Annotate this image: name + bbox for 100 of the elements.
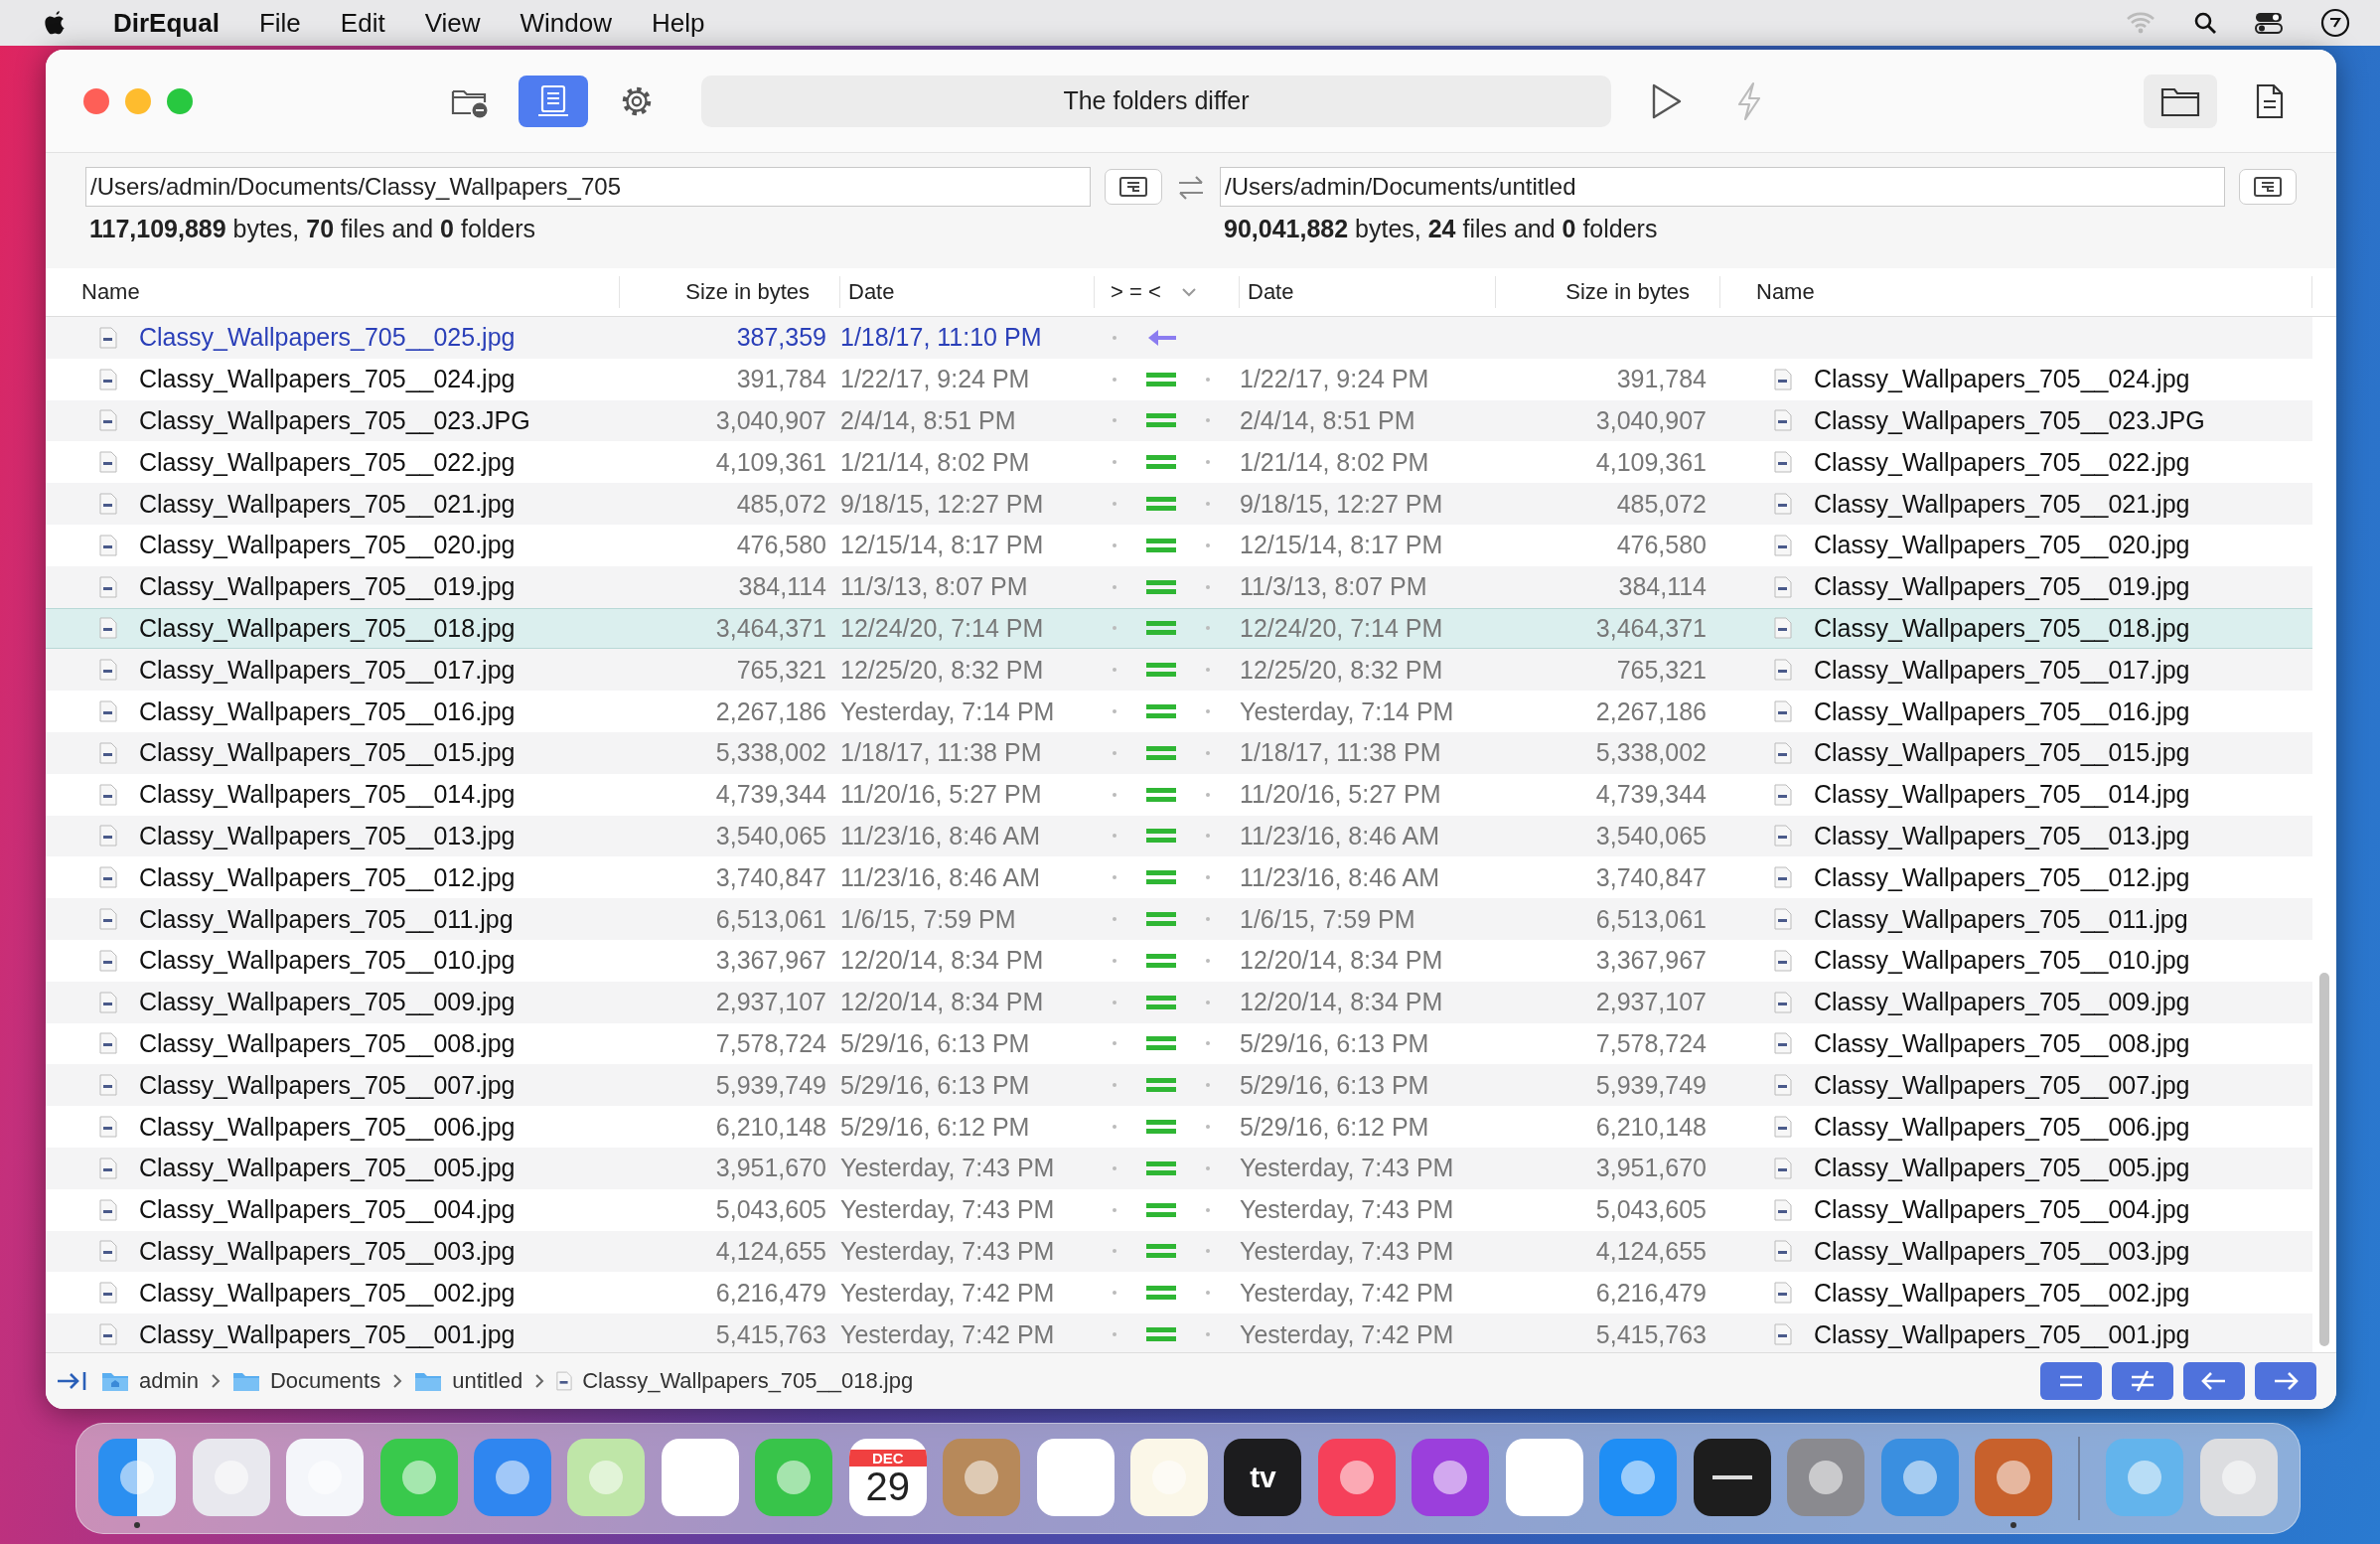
file-size: 4,109,361 (714, 447, 827, 477)
file-icon (1774, 534, 1792, 556)
close-button[interactable] (83, 87, 109, 114)
wifi-icon[interactable] (2126, 11, 2156, 35)
file-icon (1774, 1032, 1792, 1055)
document-list-button[interactable] (519, 75, 588, 127)
file-icon (1774, 493, 1792, 516)
file-name: Classy_Wallpapers_705__022.jpg (1814, 447, 2190, 477)
search-icon[interactable] (2193, 11, 2217, 35)
column-header[interactable]: Name (1720, 276, 2312, 308)
file-size: 5,415,763 (1594, 1319, 1708, 1349)
menu-item[interactable]: Edit (340, 7, 385, 39)
file-date: 5/29/16, 6:13 PM (840, 1070, 1031, 1100)
file-row[interactable]: Classy_Wallpapers_705__023.JPG 3,040,907 2/4/14, 8:51 PM 2/4/14, 8:51 PM 3,040,907 Classy_Wallpapers_705__023.JPG (46, 399, 2312, 442)
column-header[interactable]: Name (46, 276, 620, 308)
file-size: 3,951,670 (1594, 1154, 1708, 1183)
show-different-button[interactable] (2112, 1362, 2173, 1400)
dot-icon (1113, 958, 1116, 963)
file-row[interactable]: Classy_Wallpapers_705__002.jpg 6,216,479 Yesterday, 7:42 PM Yesterday, 7:42 PM 6,216,479 Classy_Wallpapers_705__002.jpg (46, 1272, 2312, 1314)
file-row[interactable]: Classy_Wallpapers_705__006.jpg 6,210,148 5/29/16, 6:12 PM 5/29/16, 6:12 PM 6,210,148 Classy_Wallpapers_705__006.jpg (46, 1106, 2312, 1148)
file-row[interactable]: Classy_Wallpapers_705__015.jpg 5,338,002 1/18/17, 11:38 PM 1/18/17, 11:38 PM 5,338,002 Classy_Wallpapers_705__015.jpg (46, 731, 2312, 774)
app-name-menu[interactable]: DirEqual (113, 7, 220, 39)
dot-icon (1113, 626, 1116, 631)
menu-item[interactable]: File (258, 7, 301, 39)
file-name: Classy_Wallpapers_705__005.jpg (139, 1154, 516, 1183)
breadcrumb-item[interactable]: Documents (269, 1368, 381, 1394)
file-icon (99, 1032, 117, 1055)
dot-icon (1206, 792, 1210, 797)
file-icon (99, 1282, 117, 1305)
file-row[interactable]: Classy_Wallpapers_705__020.jpg 476,580 12/15/14, 8:17 PM 12/15/14, 8:17 PM 476,580 Classy_Wallpapers_705__020.jpg (46, 525, 2312, 566)
file-row[interactable]: Classy_Wallpapers_705__007.jpg 5,939,749 5/29/16, 6:13 PM 5/29/16, 6:13 PM 5,939,749 Classy_Wallpapers_705__007.jpg (46, 1064, 2312, 1107)
menu-item[interactable]: Help (652, 7, 705, 39)
file-size: 7,578,724 (714, 1028, 827, 1058)
file-icon (1774, 1116, 1792, 1139)
menu-item[interactable]: Window (520, 7, 612, 39)
column-header[interactable]: Date (1240, 276, 1496, 308)
menu-item[interactable]: View (424, 7, 481, 39)
file-row[interactable]: Classy_Wallpapers_705__005.jpg 3,951,670 Yesterday, 7:43 PM Yesterday, 7:43 PM 3,951,670 Classy_Wallpapers_705__005.jpg (46, 1147, 2312, 1189)
file-name: Classy_Wallpapers_705__024.jpg (1814, 365, 2190, 394)
file-row[interactable]: Classy_Wallpapers_705__018.jpg 3,464,371 12/24/20, 7:14 PM 12/24/20, 7:14 PM 3,464,371 Classy_Wallpapers_705__018.jpg (46, 607, 2312, 650)
column-header[interactable]: > = < (1111, 279, 1161, 305)
dot-icon (1206, 709, 1210, 714)
dot-icon (1113, 1165, 1116, 1170)
breadcrumb-item[interactable]: Classy_Wallpapers_705__018.jpg (582, 1368, 914, 1394)
file-size: 3,740,847 (714, 862, 827, 892)
file-row[interactable]: Classy_Wallpapers_705__010.jpg 3,367,967 12/20/14, 8:34 PM 12/20/14, 8:34 PM 3,367,967 Classy_Wallpapers_705__010.jpg (46, 939, 2312, 982)
file-row[interactable]: Classy_Wallpapers_705__017.jpg 765,321 12/25/20, 8:32 PM 12/25/20, 8:32 PM 765,321 Classy_Wallpapers_705__017.jpg (46, 649, 2312, 692)
file-size: 4,124,655 (714, 1236, 827, 1266)
file-row[interactable]: Classy_Wallpapers_705__025.jpg 387,359 1/18/17, 11:10 PM (46, 317, 2312, 359)
file-row[interactable]: Classy_Wallpapers_705__009.jpg 2,937,107 12/20/14, 8:34 PM 12/20/14, 8:34 PM 2,937,107 Classy_Wallpapers_705__009.jpg (46, 981, 2312, 1023)
file-name: Classy_Wallpapers_705__004.jpg (139, 1195, 516, 1225)
dot-icon (1206, 1165, 1210, 1170)
calendar-app-icon[interactable]: DEC 29 (848, 1439, 927, 1516)
dot-icon (1206, 750, 1210, 755)
file-icon (1774, 617, 1792, 640)
file-row[interactable]: Classy_Wallpapers_705__024.jpg 391,784 1/22/17, 9:24 PM 1/22/17, 9:24 PM 391,784 Classy_Wallpapers_705__024.jpg (46, 358, 2312, 400)
file-row[interactable]: Classy_Wallpapers_705__011.jpg 6,513,061 1/6/15, 7:59 PM 1/6/15, 7:59 PM 6,513,061 Classy_Wallpapers_705__011.jpg (46, 898, 2312, 940)
file-icon (99, 1074, 117, 1097)
dot-icon (1206, 1125, 1210, 1130)
copy-left-button[interactable] (2183, 1362, 2245, 1400)
show-equal-button[interactable] (2040, 1362, 2102, 1400)
folder-view-button[interactable] (2144, 74, 2217, 128)
breadcrumb-item[interactable]: admin (139, 1368, 199, 1394)
file-row[interactable]: Classy_Wallpapers_705__008.jpg 7,578,724 5/29/16, 6:13 PM 5/29/16, 6:13 PM 7,578,724 Classy_Wallpapers_705__008.jpg (46, 1022, 2312, 1065)
file-date: 5/29/16, 6:12 PM (1240, 1112, 1430, 1142)
file-row[interactable]: Classy_Wallpapers_705__012.jpg 3,740,847 11/23/16, 8:46 AM 11/23/16, 8:46 AM 3,740,847 Classy_Wallpapers_705__012.jpg (46, 856, 2312, 899)
file-row[interactable]: Classy_Wallpapers_705__019.jpg 384,114 11/3/13, 8:07 PM 11/3/13, 8:07 PM 384,114 Classy_Wallpapers_705__019.jpg (46, 565, 2312, 608)
file-row[interactable]: Classy_Wallpapers_705__003.jpg 4,124,655 Yesterday, 7:43 PM Yesterday, 7:43 PM 4,124,655 Classy_Wallpapers_705__003.jpg (46, 1230, 2312, 1273)
file-row[interactable]: Classy_Wallpapers_705__001.jpg 5,415,763 Yesterday, 7:42 PM Yesterday, 7:42 PM 5,415,763 Classy_Wallpapers_705__001.jpg (46, 1313, 2312, 1352)
file-date: 12/24/20, 7:14 PM (840, 613, 1045, 643)
file-size: 765,321 (735, 655, 827, 685)
file-row[interactable]: Classy_Wallpapers_705__014.jpg 4,739,344 11/20/16, 5:27 PM 11/20/16, 5:27 PM 4,739,344 Classy_Wallpapers_705__014.jpg (46, 773, 2312, 816)
file-name: Classy_Wallpapers_705__005.jpg (1814, 1154, 2190, 1183)
file-row[interactable]: Classy_Wallpapers_705__021.jpg 485,072 9/18/15, 12:27 PM 9/18/15, 12:27 PM 485,072 Classy_Wallpapers_705__021.jpg (46, 483, 2312, 525)
right-path-field[interactable]: /Users/admin/Documents/untitled (1220, 167, 2225, 207)
chevron-down-icon[interactable] (1180, 287, 1197, 297)
dot-icon (1113, 335, 1116, 340)
column-header[interactable]: Size in bytes (1496, 276, 1720, 308)
file-size: 6,210,148 (714, 1112, 827, 1142)
browse-button[interactable] (2239, 169, 2297, 205)
left-path-field[interactable]: /Users/admin/Documents/Classy_Wallpapers_705 (85, 167, 1091, 207)
file-icon (1774, 741, 1792, 764)
breadcrumb-item[interactable]: untitled (452, 1368, 523, 1394)
copy-right-button[interactable] (2255, 1362, 2316, 1400)
file-size: 5,939,749 (714, 1070, 827, 1100)
file-name: Classy_Wallpapers_705__012.jpg (139, 862, 516, 892)
minimize-button[interactable] (125, 87, 151, 114)
file-row[interactable]: Classy_Wallpapers_705__022.jpg 4,109,361 1/21/14, 8:02 PM 1/21/14, 8:02 PM 4,109,361 Classy_Wallpapers_705__022.jpg (46, 441, 2312, 484)
file-date: Yesterday, 7:43 PM (1240, 1195, 1455, 1225)
browse-button[interactable] (1105, 169, 1162, 205)
file-row[interactable]: Classy_Wallpapers_705__013.jpg 3,540,065 11/23/16, 8:46 AM 11/23/16, 8:46 AM 3,540,065 Classy_Wallpapers_705__013.jpg (46, 815, 2312, 857)
file-row[interactable]: Classy_Wallpapers_705__004.jpg 5,043,605 Yesterday, 7:43 PM Yesterday, 7:43 PM 5,043,605 Classy_Wallpapers_705__004.jpg (46, 1188, 2312, 1231)
file-row[interactable]: Classy_Wallpapers_705__016.jpg 2,267,186 Yesterday, 7:14 PM Yesterday, 7:14 PM 2,267,186 Classy_Wallpapers_705__016.jpg (46, 691, 2312, 732)
dot-icon (1206, 1207, 1210, 1212)
zoom-button[interactable] (167, 87, 193, 114)
toggle-switches-icon[interactable] (2255, 11, 2283, 35)
column-header[interactable]: Date (840, 276, 1095, 308)
column-header[interactable]: Size in bytes (620, 276, 840, 308)
file-date: 12/15/14, 8:17 PM (840, 531, 1045, 560)
tv-app-icon[interactable]: tv (1224, 1439, 1302, 1516)
